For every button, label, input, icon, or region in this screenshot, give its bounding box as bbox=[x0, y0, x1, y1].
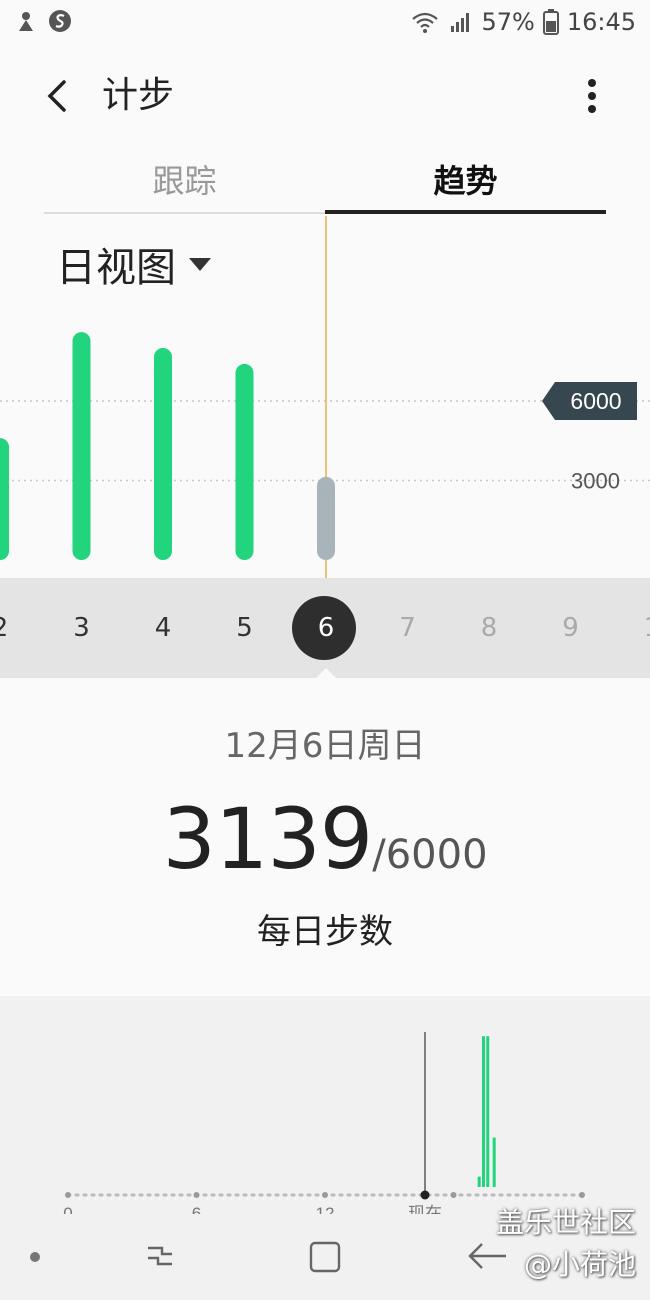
hourly-tick bbox=[193, 1192, 200, 1198]
goal-label: 6000 bbox=[570, 388, 621, 414]
day-1[interactable]: 1 bbox=[644, 578, 650, 678]
system-status: 57% 16:45 bbox=[411, 8, 636, 36]
status-bar: 57% 16:45 bbox=[0, 0, 650, 46]
back-arrow-icon[interactable] bbox=[30, 68, 86, 124]
hourly-axis-label: 0 bbox=[63, 1204, 72, 1214]
hourly-bar bbox=[477, 1176, 481, 1187]
hourly-axis-label: 6 bbox=[192, 1204, 201, 1214]
battery-percent: 57% bbox=[481, 8, 535, 36]
dropdown-arrow-icon bbox=[189, 258, 211, 271]
hourly-tick bbox=[450, 1192, 457, 1198]
bar-day-6[interactable] bbox=[317, 476, 335, 560]
app-notification-icon bbox=[19, 12, 33, 31]
hourly-bar bbox=[481, 1036, 485, 1187]
watermark-line-2: @小荷池 bbox=[523, 1248, 636, 1281]
grid-label-3000: 3000 bbox=[571, 469, 620, 494]
signal-icon bbox=[451, 13, 470, 32]
selection-pointer bbox=[314, 668, 338, 680]
recent-apps-icon[interactable] bbox=[140, 1236, 180, 1276]
hourly-tick bbox=[65, 1192, 71, 1198]
view-selector[interactable]: 日视图 bbox=[56, 232, 212, 296]
home-icon[interactable] bbox=[306, 1238, 344, 1276]
bar-day-5[interactable] bbox=[235, 363, 254, 560]
step-summary: 3139/6000 bbox=[0, 790, 650, 888]
now-dot bbox=[420, 1190, 430, 1200]
notification-icons bbox=[14, 9, 72, 33]
step-count: 3139 bbox=[162, 790, 373, 888]
clock: 16:45 bbox=[566, 8, 636, 36]
bar-day-2[interactable] bbox=[0, 438, 9, 560]
selected-date: 12月6日周日 bbox=[224, 726, 426, 766]
view-selector-label: 日视图 bbox=[56, 245, 176, 291]
day-6[interactable]: 6 bbox=[318, 578, 335, 678]
bar-day-4[interactable] bbox=[154, 348, 172, 560]
day-2[interactable]: 2 bbox=[0, 578, 8, 678]
day-selector-strip: 234567891 bbox=[0, 578, 650, 678]
bar-day-3[interactable] bbox=[72, 332, 91, 560]
hourly-bar bbox=[492, 1137, 496, 1187]
s-notification-icon bbox=[49, 10, 71, 32]
tab-trends[interactable]: 趋势 bbox=[325, 150, 606, 214]
day-5[interactable]: 5 bbox=[236, 578, 253, 678]
day-3[interactable]: 3 bbox=[73, 578, 90, 678]
day-7[interactable]: 7 bbox=[399, 578, 416, 678]
hourly-bar bbox=[486, 1036, 490, 1187]
hourly-tick bbox=[322, 1192, 328, 1198]
app-header: 计步 bbox=[0, 46, 650, 146]
day-4[interactable]: 4 bbox=[155, 578, 172, 678]
step-goal: /6000 bbox=[372, 832, 488, 878]
wifi-icon bbox=[412, 12, 439, 33]
step-caption: 每日步数 bbox=[257, 912, 393, 952]
page-title: 计步 bbox=[102, 75, 175, 116]
more-options-icon[interactable] bbox=[570, 70, 614, 122]
watermark-line-1: 盖乐世社区 bbox=[495, 1206, 636, 1239]
day-9[interactable]: 9 bbox=[562, 578, 579, 678]
tab-bar: 跟踪 趋势 bbox=[44, 150, 606, 216]
watermark: 盖乐世社区 @小荷池 bbox=[496, 1202, 636, 1286]
hourly-axis-label: 现在 bbox=[408, 1204, 442, 1214]
hourly-steps-chart[interactable]: 0 6 12 现在 bbox=[0, 996, 650, 1214]
hourly-steps-panel: 0 6 12 现在 bbox=[0, 996, 650, 1214]
hourly-tick bbox=[579, 1192, 585, 1198]
day-8[interactable]: 8 bbox=[481, 578, 498, 678]
nav-hide-dot-icon[interactable] bbox=[30, 1252, 40, 1262]
tab-tracking[interactable]: 跟踪 bbox=[44, 150, 325, 214]
hourly-axis-label: 12 bbox=[316, 1204, 335, 1214]
battery-icon bbox=[542, 9, 559, 35]
